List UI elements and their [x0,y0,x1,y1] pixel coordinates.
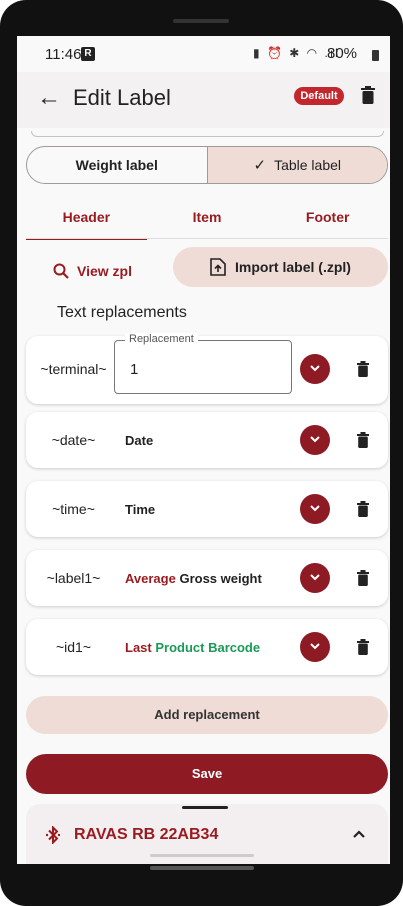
replacement-row: ~terminal~ Replacement 1 [26,333,388,404]
trash-icon[interactable] [357,432,369,448]
replacement-value-text: Gross weight [179,571,262,586]
chevron-up-icon[interactable] [352,828,366,840]
upload-file-icon [210,258,226,276]
replacement-value-prefix: Average [125,571,176,586]
replacement-value: Last Product Barcode [125,640,260,655]
alarm-icon: ⏰ [266,46,284,60]
tab-header[interactable]: Header [26,204,147,240]
check-icon: ✓ [253,157,267,174]
notification-app-icon: R [81,47,95,61]
tab-divider [26,238,388,239]
bluetooth-icon: ✱ [289,46,302,60]
weight-label-text: Weight label [75,157,158,173]
gesture-bar [150,854,254,857]
view-zpl-label: View zpl [77,263,132,279]
tab-item[interactable]: Item [147,204,268,240]
replacement-row: ~date~ Date [26,412,388,468]
replacement-field-value: 1 [130,361,139,378]
trash-icon[interactable] [357,570,369,586]
page-title: Edit Label [73,85,171,110]
expand-button[interactable] [300,632,330,662]
default-badge: Default [294,87,344,105]
replacement-value: Date [125,433,154,448]
replacement-key: ~date~ [51,432,96,448]
chevron-down-icon [310,436,320,443]
replacement-value: Time [125,502,156,517]
replacement-row: ~label1~ Average Gross weight [26,550,388,606]
import-label-button[interactable]: Import label (.zpl) [173,247,388,287]
trash-icon[interactable] [357,361,369,377]
connected-device-name: RAVAS RB 22AB34 [74,826,219,843]
back-arrow-icon[interactable]: ← [37,84,61,112]
speaker-grille [173,19,229,23]
replacement-field[interactable]: Replacement 1 [114,333,292,394]
bluetooth-icon [46,826,60,844]
replacement-key: ~label1~ [46,570,101,586]
replacement-key: ~id1~ [55,639,92,655]
replacement-value-text: Product Barcode [155,640,261,655]
replacement-key: ~time~ [52,501,95,517]
save-button[interactable]: Save [26,754,388,794]
expand-button[interactable] [300,425,330,455]
weight-label-option[interactable]: Weight label [27,147,207,183]
import-label-text: Import label (.zpl) [235,259,351,275]
section-title: Text replacements [57,304,187,321]
chevron-down-icon [310,643,320,650]
battery-icon [372,50,379,61]
chevron-down-icon [310,574,320,581]
expand-button[interactable] [300,563,330,593]
trash-icon[interactable] [357,639,369,655]
replacement-value-prefix: Last [125,640,152,655]
replacement-value: Average Gross weight [125,571,262,586]
expand-button[interactable] [300,494,330,524]
table-label-text: Table label [274,157,341,173]
label-type-toggle: Weight label ✓ Table label [26,146,388,184]
replacement-row: ~id1~ Last Product Barcode [26,619,388,675]
device-bottom-bar [150,866,254,870]
device-frame: 11:46 R ▮ ⏰ ✱ ◠ .ıl 80% ← Edit Label Def… [0,0,403,906]
wifi-icon: ◠ [306,46,320,60]
replacement-key: ~terminal~ [40,361,107,377]
section-tabs: Header Item Footer [26,204,388,240]
trash-icon[interactable] [357,501,369,517]
add-replacement-button[interactable]: Add replacement [26,696,388,734]
status-bar: 11:46 R ▮ ⏰ ✱ ◠ .ıl 80% [17,36,390,72]
view-zpl-button[interactable]: View zpl [53,258,132,284]
collapsed-card-edge [31,131,384,137]
table-label-option[interactable]: ✓ Table label [206,147,387,183]
replacement-field-label: Replacement [125,333,198,345]
battery-saver-icon: ▮ [253,46,262,60]
replacement-row: ~time~ Time [26,481,388,537]
chevron-down-icon [310,505,320,512]
screen: 11:46 R ▮ ⏰ ✱ ◠ .ıl 80% ← Edit Label Def… [17,36,390,864]
trash-icon[interactable] [361,86,375,104]
status-time: 11:46 [45,46,82,63]
expand-button[interactable] [300,354,330,384]
tab-footer[interactable]: Footer [267,204,388,240]
sheet-drag-handle[interactable] [182,806,228,809]
search-icon [53,263,69,279]
battery-percentage: 80% [327,45,358,62]
chevron-down-icon [310,365,320,372]
